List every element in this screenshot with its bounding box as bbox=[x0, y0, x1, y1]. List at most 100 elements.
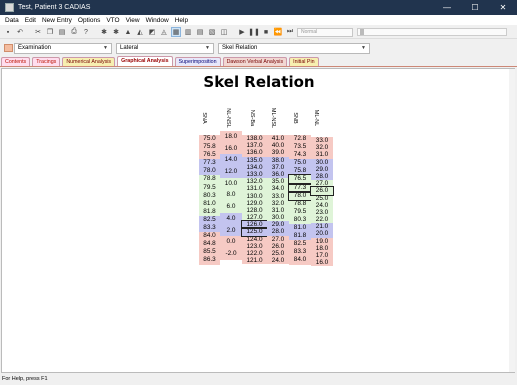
analysis-combo[interactable]: Skel Relation ▼ bbox=[218, 42, 370, 54]
column-snb: 72.8 73.5 74.3 75.0 75.8 76.5 77.3 78.0 78.8 79.5… bbox=[288, 135, 312, 265]
col-header-sna-label: SNA bbox=[201, 112, 207, 124]
menu-vto[interactable]: VTO bbox=[103, 17, 122, 24]
value-cell-nlnsl: 0.0 bbox=[220, 236, 242, 248]
menu-data[interactable]: Data bbox=[2, 17, 22, 24]
value-cell-mlnl: 29.0 bbox=[311, 165, 333, 173]
tool-icon-8[interactable]: ▤ bbox=[195, 27, 205, 37]
cut-icon[interactable]: ✂ bbox=[33, 27, 43, 37]
value-cell-mlnl: 21.0 bbox=[311, 223, 333, 231]
value-cell-snb: 75.8 bbox=[289, 167, 311, 176]
tool-icon-4[interactable]: ◭ bbox=[135, 27, 145, 37]
value-cell-mlnl: 19.0 bbox=[311, 237, 333, 245]
tab-contents[interactable]: Contents bbox=[1, 57, 31, 66]
vertical-scrollbar[interactable] bbox=[509, 69, 515, 372]
value-cell-snb: 76.5 bbox=[288, 175, 312, 184]
tool-icon-3[interactable]: ▲ bbox=[123, 27, 133, 37]
value-cell-nlnsl: 16.0 bbox=[220, 142, 242, 155]
mode-select[interactable]: Normal bbox=[297, 27, 353, 37]
tool-icon-1[interactable]: ✱ bbox=[99, 27, 109, 37]
value-cell-snb: 81.0 bbox=[289, 224, 311, 233]
value-cell-mlnl: 17.0 bbox=[311, 252, 333, 260]
value-cell-mlnsl: 41.0 bbox=[267, 135, 289, 143]
value-cell-nsba: 121.0 bbox=[242, 257, 267, 265]
value-cell-mlnsl: 36.0 bbox=[267, 170, 289, 179]
analysis-value: Skel Relation bbox=[222, 45, 258, 51]
title-bar: Test, Patient 3 CADIAS — ☐ ✕ bbox=[0, 0, 517, 15]
pause-icon[interactable]: ❚❚ bbox=[248, 27, 260, 37]
tab-initial-pin[interactable]: Initial Pin bbox=[289, 57, 319, 66]
copy-icon[interactable]: ❐ bbox=[45, 27, 55, 37]
value-cell-nlnsl: 14.0 bbox=[220, 154, 242, 167]
print-icon[interactable]: ⎙ bbox=[69, 27, 79, 37]
value-cell-sna: 84.0 bbox=[199, 232, 220, 241]
value-cell-nsba: 125.0 bbox=[241, 228, 268, 236]
col-header-ml-nl: ML-NL bbox=[309, 100, 323, 136]
column-ml-nsl: 41.0 40.0 39.0 38.0 37.0 36.0 35.0 34.0 33.0 32.0… bbox=[267, 135, 289, 265]
menu-window[interactable]: Window bbox=[143, 17, 172, 24]
examination-value: Examination bbox=[18, 45, 52, 51]
col-header-nl-nsl-label: NL-NSL bbox=[225, 108, 231, 128]
value-cell-snb: 73.5 bbox=[289, 143, 311, 152]
tool-icon-6[interactable]: ◬ bbox=[159, 27, 169, 37]
tool-icon-9[interactable]: ▧ bbox=[207, 27, 217, 37]
menu-edit[interactable]: Edit bbox=[22, 17, 39, 24]
chevron-down-icon: ▼ bbox=[361, 45, 366, 51]
help-icon[interactable]: ? bbox=[81, 27, 91, 37]
value-cell-mlnl: 22.0 bbox=[311, 216, 333, 224]
value-cell-snb: 84.0 bbox=[289, 256, 311, 265]
value-cell-sna: 85.5 bbox=[199, 248, 220, 257]
app-icon bbox=[5, 3, 14, 12]
paste-icon[interactable]: ▤ bbox=[57, 27, 67, 37]
tab-dawson-verbal-analysis[interactable]: Dawson Verbal Analysis bbox=[222, 57, 288, 66]
value-cell-mlnsl: 27.0 bbox=[267, 235, 289, 243]
value-cell-sna: 86.3 bbox=[199, 256, 220, 265]
history-icon[interactable]: ↶ bbox=[15, 27, 25, 37]
tab-tracings[interactable]: Tracings bbox=[32, 57, 61, 66]
tab-superimposition[interactable]: Superimposition bbox=[174, 57, 221, 66]
maximize-button[interactable]: ☐ bbox=[461, 0, 489, 15]
toolbar-separator bbox=[93, 27, 97, 37]
slider-thumb[interactable] bbox=[360, 29, 364, 35]
value-cell-mlnl: 20.0 bbox=[311, 230, 333, 238]
tool-icon-5[interactable]: ◩ bbox=[147, 27, 157, 37]
value-cell-nlnsl: 8.0 bbox=[220, 189, 242, 202]
tool-icon-7[interactable]: ▥ bbox=[183, 27, 193, 37]
skip-icon[interactable]: ⏭ bbox=[285, 27, 295, 37]
value-cell-mlnsl: 37.0 bbox=[267, 163, 289, 171]
menu-bar: Data Edit New Entry Options VTO View Win… bbox=[0, 15, 517, 25]
toolbar-slider[interactable] bbox=[357, 28, 507, 36]
value-cell-snb: 82.5 bbox=[289, 240, 311, 249]
play-icon[interactable]: ▶ bbox=[237, 27, 247, 37]
color-swatch[interactable] bbox=[4, 44, 13, 52]
close-button[interactable]: ✕ bbox=[489, 0, 517, 15]
rewind-icon[interactable]: ⏪ bbox=[273, 27, 283, 37]
value-cell-nlnsl: 10.0 bbox=[220, 177, 242, 190]
tab-strip: Contents Tracings Numerical Analysis Gra… bbox=[0, 56, 517, 67]
value-cell-sna: 80.3 bbox=[199, 191, 220, 200]
value-cell-sna: 75.8 bbox=[199, 143, 220, 152]
tool-icon-2[interactable]: ✱ bbox=[111, 27, 121, 37]
value-cell-mlnl: 30.0 bbox=[311, 158, 333, 166]
value-cell-snb: 78.8 bbox=[289, 199, 311, 208]
value-cell-mlnsl: 40.0 bbox=[267, 142, 289, 150]
value-cell-mlnl: 16.0 bbox=[311, 259, 333, 267]
stop-icon[interactable]: ■ bbox=[261, 27, 271, 37]
graph-view-icon[interactable]: ▦ bbox=[171, 27, 181, 37]
menu-options[interactable]: Options bbox=[75, 17, 103, 24]
value-cell-mlnsl: 26.0 bbox=[267, 242, 289, 250]
value-cell-nsba: 134.0 bbox=[242, 163, 267, 171]
value-cell-nlnsl: 12.0 bbox=[220, 166, 242, 178]
value-cell-nlnsl: 4.0 bbox=[220, 212, 242, 225]
menu-new-entry[interactable]: New Entry bbox=[39, 17, 75, 24]
menu-view[interactable]: View bbox=[123, 17, 143, 24]
examination-combo[interactable]: Examination ▼ bbox=[14, 42, 112, 54]
tool-icon-10[interactable]: ◫ bbox=[219, 27, 229, 37]
column-sna: 75.0 75.8 76.5 77.3 78.0 78.8 79.5 80.3 81.0 81.8… bbox=[199, 135, 220, 265]
save-icon[interactable]: ▪ bbox=[3, 27, 13, 37]
tab-numerical-analysis[interactable]: Numerical Analysis bbox=[62, 57, 116, 66]
minimize-button[interactable]: — bbox=[433, 0, 461, 15]
tab-graphical-analysis[interactable]: Graphical Analysis bbox=[117, 56, 173, 66]
view-combo[interactable]: Lateral ▼ bbox=[116, 42, 214, 54]
menu-help[interactable]: Help bbox=[172, 17, 191, 24]
col-header-ml-nsl-label: ML-NSL bbox=[270, 107, 276, 129]
